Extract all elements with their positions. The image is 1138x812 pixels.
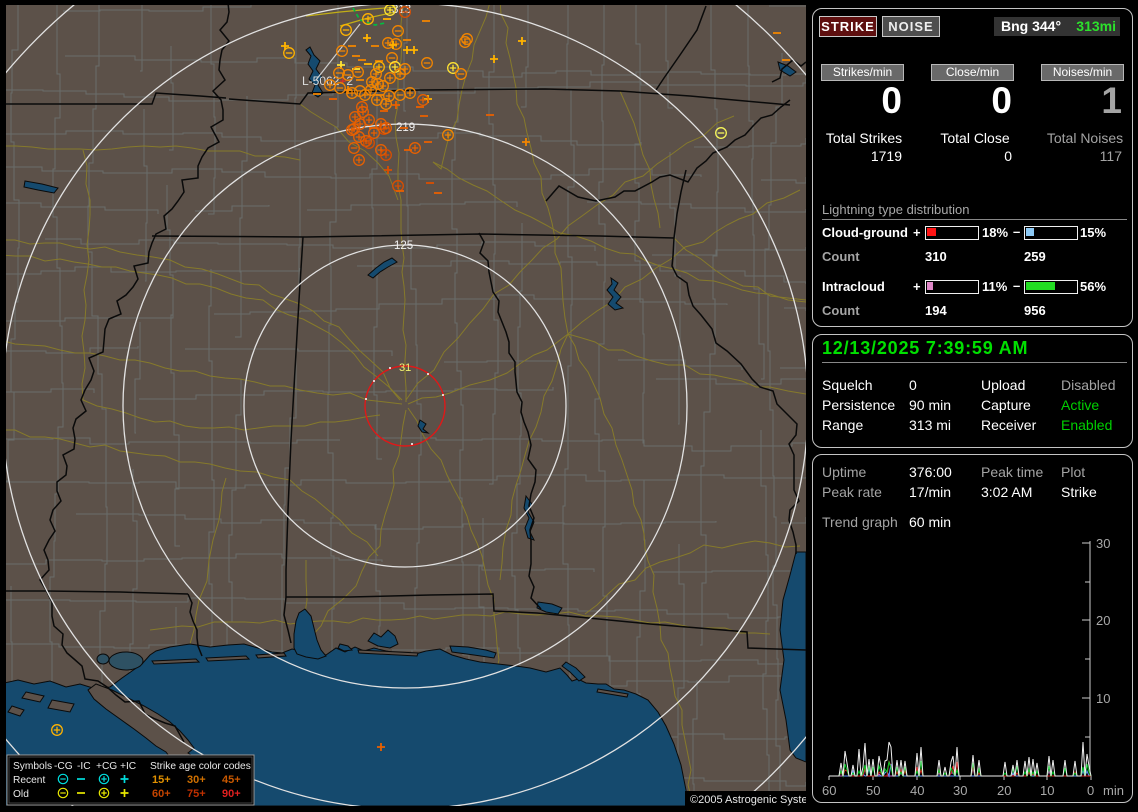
svg-text:60+: 60+ — [152, 788, 171, 800]
svg-text:75+: 75+ — [187, 788, 206, 800]
svg-text:L-5062+2: L-5062+2 — [302, 74, 353, 88]
svg-text:-IC: -IC — [77, 761, 91, 772]
svg-text:10: 10 — [1096, 691, 1110, 706]
svg-text:0: 0 — [1087, 783, 1094, 798]
svg-text:125: 125 — [394, 240, 413, 252]
svg-text:30: 30 — [1096, 536, 1110, 551]
svg-text:90+: 90+ — [222, 788, 241, 800]
svg-text:-CG: -CG — [54, 761, 73, 772]
svg-text:15+: 15+ — [152, 774, 171, 786]
svg-text:Symbols: Symbols — [13, 761, 52, 772]
svg-text:+IC: +IC — [120, 761, 136, 772]
svg-text:+CG: +CG — [96, 761, 117, 772]
svg-text:Recent: Recent — [13, 775, 45, 786]
svg-text:50: 50 — [866, 783, 880, 798]
svg-text:min: min — [1103, 783, 1124, 798]
svg-text:30+: 30+ — [187, 774, 206, 786]
svg-text:60: 60 — [822, 783, 836, 798]
svg-text:©2005 Astrogenic Systems: ©2005 Astrogenic Systems — [690, 794, 806, 806]
svg-text:20: 20 — [1096, 613, 1110, 628]
svg-text:40: 40 — [910, 783, 924, 798]
svg-text:10: 10 — [1040, 783, 1054, 798]
svg-text:Strike age color codes: Strike age color codes — [150, 761, 251, 772]
svg-text:31: 31 — [399, 362, 411, 374]
svg-text:45+: 45+ — [222, 774, 241, 786]
svg-text:30: 30 — [953, 783, 967, 798]
svg-text:Old: Old — [13, 789, 29, 800]
svg-text:20: 20 — [997, 783, 1011, 798]
